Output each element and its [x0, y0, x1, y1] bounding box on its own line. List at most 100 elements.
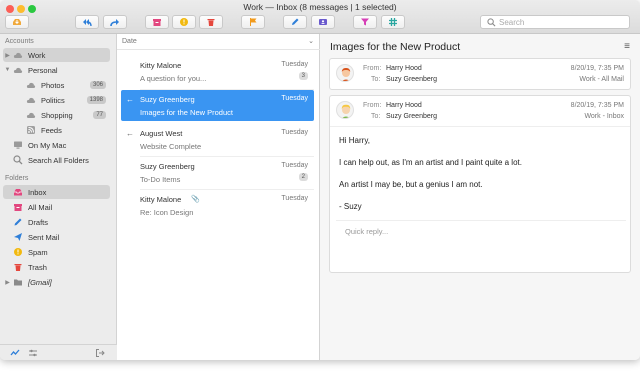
- sidebar-item-all-mail[interactable]: All Mail: [3, 200, 110, 214]
- toolbar: Work — Inbox (8 messages | 1 selected): [0, 0, 640, 34]
- compose-button[interactable]: [283, 15, 307, 29]
- get-mail-button[interactable]: [5, 15, 29, 29]
- sidebar-item-label: Trash: [28, 262, 47, 272]
- reply-all-button[interactable]: [75, 15, 99, 29]
- contact-card-icon: [319, 19, 327, 25]
- sidebar-item-sent-mail[interactable]: Sent Mail: [3, 230, 110, 244]
- recipient-name[interactable]: Suzy Greenberg: [386, 76, 437, 83]
- chevron-down-icon[interactable]: ⌄: [308, 37, 314, 45]
- message-folder: Work - Inbox: [584, 113, 624, 120]
- sidebar-item-gmail[interactable]: ▶ [Gmail]: [3, 275, 110, 289]
- sidebar-item-label: Work: [28, 50, 46, 60]
- recipient-name[interactable]: Suzy Greenberg: [386, 113, 437, 120]
- disclosure-right-icon[interactable]: ▶: [3, 52, 12, 59]
- message-sender: Kitty Malone: [140, 61, 182, 70]
- to-label: To:: [371, 76, 381, 83]
- compose-icon: [292, 18, 299, 25]
- body-paragraph: An artist I may be, but a genius I am no…: [339, 180, 483, 189]
- contact-button[interactable]: [311, 15, 335, 29]
- spam-icon: [12, 247, 23, 258]
- search-icon: [487, 18, 496, 27]
- drafts-icon: [12, 217, 23, 228]
- activity-icon[interactable]: [10, 348, 20, 358]
- message-date: Tuesday: [281, 61, 308, 68]
- flag-icon: [250, 18, 257, 26]
- sidebar-item-label: [Gmail]: [28, 277, 52, 287]
- trash-icon: [207, 19, 215, 26]
- message-card-collapsed[interactable]: From: Harry Hood To: Suzy Greenberg 8/20…: [329, 58, 631, 90]
- sidebar-item-search-all-folders[interactable]: Search All Folders: [3, 153, 110, 167]
- unread-count-badge: 306: [89, 81, 106, 89]
- sidebar-item-label: Photos: [41, 80, 65, 90]
- archive-button[interactable]: [145, 15, 169, 29]
- thread-count-badge: 2: [298, 173, 308, 181]
- body-paragraph: I can help out, as I'm an artist and I p…: [339, 158, 522, 167]
- reply-all-icon: [83, 19, 92, 27]
- window-title: Work — Inbox (8 messages | 1 selected): [243, 2, 397, 12]
- list-item-selected[interactable]: ← Suzy Greenberg Images for the New Prod…: [121, 90, 314, 121]
- filter-settings-icon[interactable]: [28, 348, 38, 358]
- cloud-icon: [12, 50, 23, 61]
- message-sender: Suzy Greenberg: [140, 95, 195, 104]
- sidebar-item-label: Spam: [28, 247, 48, 257]
- message-sender: Suzy Greenberg: [140, 162, 195, 171]
- sidebar-item-trash[interactable]: Trash: [3, 260, 110, 274]
- message-date: Tuesday: [281, 95, 308, 102]
- list-item[interactable]: Suzy Greenberg To-Do Items Tuesday 2: [121, 157, 314, 188]
- body-paragraph: Hi Harry,: [339, 136, 370, 145]
- delete-button[interactable]: [199, 15, 223, 29]
- sidebar-item-politics[interactable]: Politics 1398: [16, 93, 110, 107]
- forward-button[interactable]: [103, 15, 127, 29]
- search-input[interactable]: [499, 17, 624, 28]
- flag-button[interactable]: [241, 15, 265, 29]
- attachment-icon: 📎: [191, 196, 200, 203]
- menu-icon[interactable]: ≡: [624, 41, 630, 52]
- quick-reply-input[interactable]: Quick reply...: [345, 227, 388, 236]
- sidebar-item-inbox[interactable]: Inbox: [3, 185, 110, 199]
- junk-button[interactable]: [172, 15, 196, 29]
- sidebar-item-photos[interactable]: Photos 306: [16, 78, 110, 92]
- sidebar-item-label: Inbox: [28, 187, 47, 197]
- divider: [336, 220, 626, 221]
- list-item[interactable]: ← August West Website Complete Tuesday: [121, 124, 314, 155]
- unread-count-badge: 1398: [86, 96, 106, 104]
- sort-label[interactable]: Date: [122, 38, 137, 45]
- sender-name[interactable]: Harry Hood: [386, 102, 422, 109]
- sidebar-item-label: All Mail: [28, 202, 53, 212]
- sidebar-item-work[interactable]: ▶ Work: [3, 48, 110, 62]
- sidebar-item-personal[interactable]: ▼ Personal: [3, 63, 110, 77]
- sidebar-item-spam[interactable]: Spam: [3, 245, 110, 259]
- list-item[interactable]: Kitty Malone 📎 Re: Icon Design Tuesday: [121, 190, 314, 221]
- rss-icon: [25, 125, 36, 136]
- message-sender: August West: [140, 129, 183, 138]
- from-label: From:: [363, 102, 382, 109]
- list-item[interactable]: Kitty Malone A question for you... Tuesd…: [121, 56, 314, 87]
- message-card-expanded: From: Harry Hood To: Suzy Greenberg 8/20…: [329, 95, 631, 273]
- disclosure-down-icon[interactable]: ▼: [3, 67, 12, 73]
- mail-window: Work — Inbox (8 messages | 1 selected) S…: [0, 0, 640, 360]
- sidebar-item-feeds[interactable]: Feeds: [16, 123, 110, 137]
- search-field[interactable]: [480, 15, 630, 29]
- trash-icon: [12, 262, 23, 273]
- folder-icon: [12, 277, 23, 288]
- filter-button[interactable]: [353, 15, 377, 29]
- tag-button[interactable]: [381, 15, 405, 29]
- disclosure-right-icon[interactable]: ▶: [3, 279, 12, 286]
- message-list: Date ⌄ Kitty Malone A question for you..…: [117, 34, 320, 360]
- sidebar-item-label: Sent Mail: [28, 232, 60, 242]
- sender-name[interactable]: Harry Hood: [386, 65, 422, 72]
- sidebar: Accounts ▶ Work ▼ Personal Photos 306 Po…: [0, 34, 117, 360]
- sidebar-item-drafts[interactable]: Drafts: [3, 215, 110, 229]
- sidebar-item-on-my-mac[interactable]: On My Mac: [3, 138, 110, 152]
- message-subject-heading: Images for the New Product: [330, 41, 461, 53]
- replied-icon: ←: [126, 95, 134, 104]
- message-timestamp: 8/20/19, 7:35 PM: [570, 65, 624, 72]
- avatar: [336, 101, 354, 119]
- sort-bar[interactable]: Date ⌄: [117, 34, 320, 50]
- sent-icon: [12, 232, 23, 243]
- sidebar-item-shopping[interactable]: Shopping 77: [16, 108, 110, 122]
- cloud-icon: [12, 65, 23, 76]
- message-date: Tuesday: [281, 129, 308, 136]
- thread-count-badge: 3: [298, 72, 308, 80]
- sign-out-icon[interactable]: [95, 348, 105, 358]
